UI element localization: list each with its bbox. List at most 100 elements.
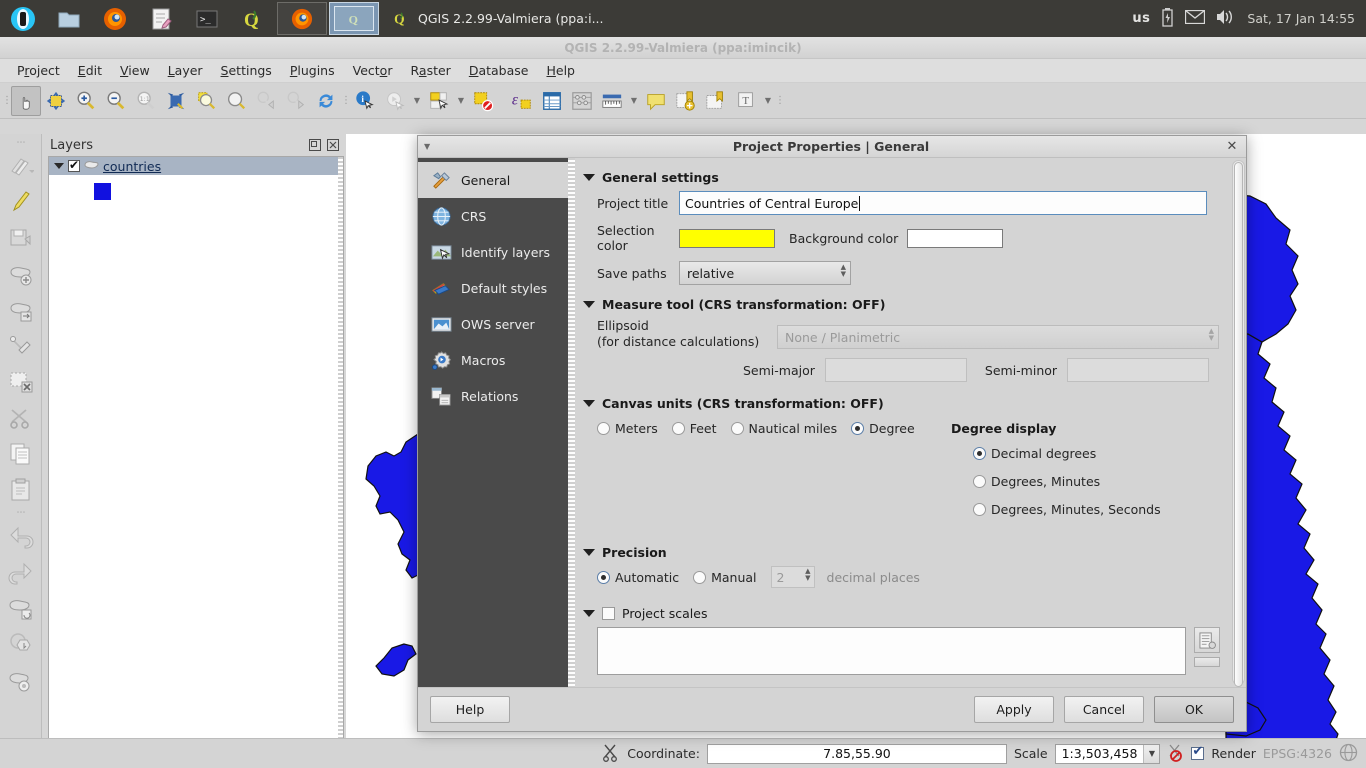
- field-calculator-icon[interactable]: [567, 86, 597, 116]
- radio-degrees-minutes-seconds[interactable]: [973, 502, 986, 516]
- copy-features-icon[interactable]: [3, 436, 39, 472]
- collapse-icon[interactable]: [583, 400, 595, 407]
- cut-features-icon[interactable]: [3, 400, 39, 436]
- zoom-out-icon[interactable]: [101, 86, 131, 116]
- expression-select-icon[interactable]: ε: [507, 86, 537, 116]
- undock-icon[interactable]: [308, 138, 322, 152]
- measure-tool-group-header[interactable]: Measure tool (CRS transformation: OFF): [583, 297, 1220, 312]
- pan-to-selection-icon[interactable]: [41, 86, 71, 116]
- add-part-icon[interactable]: [3, 662, 39, 698]
- radio-meters[interactable]: [597, 421, 610, 435]
- add-feature-icon[interactable]: [3, 256, 39, 292]
- map-tips-icon[interactable]: [641, 86, 671, 116]
- menu-help[interactable]: Help: [537, 60, 584, 81]
- menu-layer[interactable]: Layer: [159, 60, 212, 81]
- new-bookmark-icon[interactable]: [671, 86, 701, 116]
- canvas-units-group-header[interactable]: Canvas units (CRS transformation: OFF): [583, 396, 1220, 411]
- project-title-input[interactable]: Countries of Central Europe: [679, 191, 1207, 215]
- spin-arrows-icon[interactable]: ▲ ▼: [805, 568, 810, 582]
- taskbar-window-firefox[interactable]: [277, 2, 327, 35]
- selection-color-swatch[interactable]: [679, 228, 775, 248]
- collapse-icon[interactable]: [583, 610, 595, 617]
- layer-tree-item-countries[interactable]: countries: [49, 157, 343, 175]
- chevron-down-icon[interactable]: ▼: [627, 86, 641, 116]
- radio-precision-automatic[interactable]: [597, 570, 610, 584]
- radio-feet[interactable]: [671, 421, 685, 435]
- toolbar-grip[interactable]: ⋯: [17, 508, 26, 518]
- chevron-down-icon[interactable]: ▼: [1143, 744, 1160, 763]
- radio-degrees-minutes[interactable]: [973, 474, 986, 488]
- semi-major-input[interactable]: [824, 358, 967, 382]
- radio-degree[interactable]: [851, 421, 865, 435]
- menu-settings[interactable]: Settings: [212, 60, 281, 81]
- project-scales-checkbox[interactable]: [602, 607, 615, 620]
- scale-secondary-button[interactable]: [1194, 657, 1220, 667]
- terminal-icon[interactable]: >_: [184, 0, 230, 37]
- dialog-vertical-scrollbar[interactable]: [1232, 160, 1245, 687]
- refresh-icon[interactable]: [311, 86, 341, 116]
- redo-icon[interactable]: [3, 554, 39, 590]
- text-annotation-icon[interactable]: T: [731, 86, 761, 116]
- scale-combobox[interactable]: 1:3,503,458 ▼: [1054, 743, 1161, 764]
- menu-database[interactable]: Database: [460, 60, 538, 81]
- decimal-places-spinner[interactable]: 2 ▲ ▼: [770, 566, 815, 588]
- measure-line-icon[interactable]: [597, 86, 627, 116]
- layers-tree[interactable]: countries: [48, 156, 344, 746]
- taskbar-clock[interactable]: Sat, 17 Jan 14:55: [1247, 11, 1355, 26]
- menu-edit[interactable]: Edit: [69, 60, 111, 81]
- battery-icon[interactable]: [1161, 7, 1174, 30]
- save-layer-edits-icon[interactable]: [3, 220, 39, 256]
- pan-map-icon[interactable]: [11, 85, 41, 116]
- zoom-native-icon[interactable]: 1:1: [131, 86, 161, 116]
- menu-view[interactable]: View: [111, 60, 159, 81]
- sidebar-item-crs[interactable]: CRS: [418, 198, 568, 234]
- ok-button[interactable]: OK: [1154, 696, 1234, 723]
- crs-status-icon[interactable]: [1339, 743, 1366, 765]
- close-icon[interactable]: [326, 138, 340, 152]
- collapse-icon[interactable]: [583, 549, 595, 556]
- menu-plugins[interactable]: Plugins: [281, 60, 344, 81]
- move-feature-icon[interactable]: [3, 292, 39, 328]
- dialog-splitter[interactable]: [568, 158, 575, 687]
- sidebar-item-default-styles[interactable]: Default styles: [418, 270, 568, 306]
- general-settings-group-header[interactable]: General settings: [583, 170, 1220, 185]
- toolbar-grip[interactable]: ⋮: [2, 90, 12, 112]
- chevron-down-icon[interactable]: ▼: [761, 86, 775, 116]
- close-icon[interactable]: ✕: [1224, 139, 1240, 154]
- expand-collapse-icon[interactable]: [54, 163, 64, 169]
- spin-arrows-icon[interactable]: ▲ ▼: [1209, 328, 1214, 342]
- toolbar-grip[interactable]: ⋯: [17, 138, 26, 148]
- qgis-icon[interactable]: Q: [230, 0, 276, 37]
- dialog-titlebar[interactable]: ▼ Project Properties | General ✕: [418, 136, 1246, 158]
- zoom-next-icon[interactable]: [281, 86, 311, 116]
- layer-visibility-checkbox[interactable]: [68, 158, 80, 172]
- chevron-down-icon[interactable]: ▼: [410, 86, 424, 116]
- sidebar-item-general[interactable]: General: [418, 162, 568, 198]
- precision-group-header[interactable]: Precision: [583, 545, 1220, 560]
- current-edits-icon[interactable]: [3, 148, 39, 184]
- project-scales-list[interactable]: [597, 627, 1186, 675]
- toolbar-overflow[interactable]: ⋮: [775, 90, 785, 112]
- zoom-full-icon[interactable]: [161, 86, 191, 116]
- node-tool-icon[interactable]: [3, 328, 39, 364]
- render-checkbox[interactable]: [1191, 744, 1205, 760]
- zoom-in-icon[interactable]: [71, 86, 101, 116]
- background-color-swatch[interactable]: [907, 228, 1004, 248]
- project-scales-group-header[interactable]: Project scales: [583, 606, 1220, 621]
- sidebar-item-identify-layers[interactable]: Identify layers: [418, 234, 568, 270]
- rotate-feature-icon[interactable]: [3, 590, 39, 626]
- mail-icon[interactable]: [1185, 9, 1206, 27]
- delete-selected-icon[interactable]: [3, 364, 39, 400]
- scrollbar-thumb[interactable]: [1234, 162, 1243, 687]
- coordinate-input[interactable]: 7.85,55.90: [706, 743, 1007, 764]
- ellipsoid-combobox[interactable]: None / Planimetric ▲ ▼: [777, 325, 1219, 349]
- files-icon[interactable]: [46, 0, 92, 37]
- show-bookmarks-icon[interactable]: [701, 86, 731, 116]
- help-button[interactable]: Help: [430, 696, 510, 723]
- paste-features-icon[interactable]: [3, 472, 39, 508]
- deselect-features-icon[interactable]: [468, 86, 498, 116]
- lock-scale-icon[interactable]: [1167, 743, 1184, 765]
- run-feature-action-icon[interactable]: [380, 86, 410, 116]
- save-paths-combobox[interactable]: relative ▲ ▼: [679, 261, 851, 285]
- select-features-icon[interactable]: [424, 86, 454, 116]
